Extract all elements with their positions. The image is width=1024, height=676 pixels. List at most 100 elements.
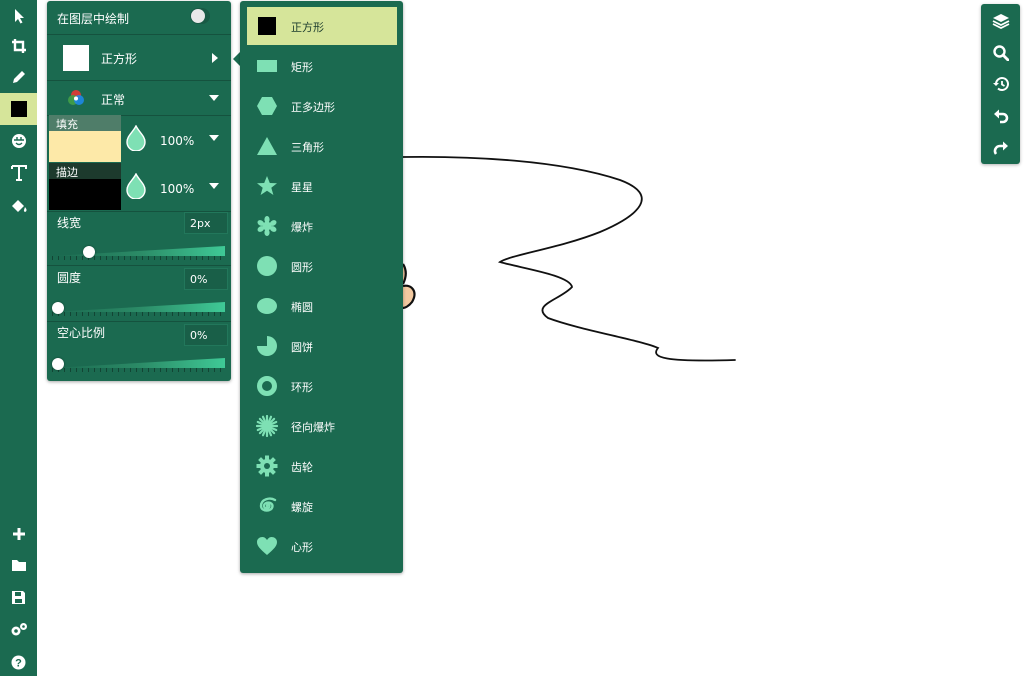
shape-item-label: 正多边形 <box>291 101 335 114</box>
draw-in-layer-label: 在图层中绘制 <box>57 12 130 26</box>
hollow-ratio-slider-knob[interactable] <box>52 358 64 370</box>
drawn-stroke <box>402 155 736 362</box>
open-button[interactable] <box>0 550 37 580</box>
draw-in-layer-row: 在图层中绘制 <box>47 1 231 34</box>
line-width-slider[interactable] <box>52 246 225 256</box>
partial-figure-edge <box>402 263 416 310</box>
save-button[interactable] <box>0 582 37 612</box>
text-icon <box>10 165 27 181</box>
blend-mode-row[interactable]: 正常 <box>47 81 231 115</box>
stroke-color-swatch[interactable] <box>49 179 121 210</box>
ellipse-icon <box>257 298 277 314</box>
triangle-icon <box>257 137 277 155</box>
redo-icon <box>993 141 1008 155</box>
zoom-icon <box>992 45 1009 61</box>
undo-button[interactable] <box>981 101 1020 131</box>
redo-button[interactable] <box>981 133 1020 163</box>
left-toolbar: ? <box>0 0 37 676</box>
menu-pointer <box>233 52 240 66</box>
shape-item-label: 心形 <box>291 541 313 554</box>
add-icon <box>12 528 25 540</box>
crop-tool[interactable] <box>0 31 37 61</box>
fill-opacity-value: 100% <box>160 134 195 148</box>
shape-item-star[interactable]: 星星 <box>247 167 397 205</box>
shape-select-row[interactable]: 正方形 <box>47 35 231 80</box>
folder-icon <box>11 560 26 571</box>
right-toolbar <box>981 4 1020 164</box>
fill-tool[interactable] <box>0 191 37 221</box>
pointer-tool[interactable] <box>0 1 37 31</box>
shape-item-label: 圆形 <box>291 261 313 274</box>
shape-item-pie[interactable]: 圆饼 <box>247 327 397 365</box>
pie-icon <box>257 336 277 356</box>
shape-tool-icon <box>10 101 27 117</box>
roundness-slider[interactable] <box>52 302 225 312</box>
add-button[interactable] <box>0 519 37 549</box>
shape-item-square[interactable]: 正方形 <box>247 7 397 45</box>
hollow-ratio-input[interactable]: 0% <box>184 324 228 346</box>
pencil-icon <box>12 71 25 83</box>
shape-item-explosion[interactable]: 爆炸 <box>247 207 397 245</box>
sticker-icon <box>11 134 26 148</box>
shape-item-label: 爆炸 <box>291 221 313 234</box>
draw-in-layer-toggle[interactable] <box>190 8 210 24</box>
shape-item-ring[interactable]: 环形 <box>247 367 397 405</box>
line-width-input[interactable]: 2px <box>184 212 228 234</box>
shape-item-gear[interactable]: 齿轮 <box>247 447 397 485</box>
settings-icon <box>11 623 27 636</box>
stroke-opacity-drop-icon <box>126 173 146 199</box>
divider <box>47 321 231 322</box>
shape-tool[interactable] <box>0 93 37 125</box>
paint-app: ? 在图层中绘制 正方形 正常 100% 100% 线宽 2px 圆度 0% 空… <box>0 0 1024 676</box>
fill-label: 填充 <box>49 115 121 131</box>
chevron-down-icon <box>209 135 219 141</box>
fill-color-swatch[interactable] <box>49 131 121 162</box>
divider <box>47 265 231 266</box>
help-icon: ? <box>11 655 26 669</box>
settings-button[interactable] <box>0 615 37 645</box>
rectangle-icon <box>257 60 277 72</box>
zoom-button[interactable] <box>981 38 1020 68</box>
shape-item-label: 螺旋 <box>291 501 313 514</box>
shape-item-radial-burst[interactable]: 径向爆炸 <box>247 407 397 445</box>
shape-item-label: 矩形 <box>291 61 313 74</box>
shape-item-triangle[interactable]: 三角形 <box>247 127 397 165</box>
shape-item-label: 环形 <box>291 381 313 394</box>
radial-burst-icon <box>256 415 278 437</box>
fill-bucket-icon <box>11 200 27 212</box>
shape-item-ellipse[interactable]: 椭圆 <box>247 287 397 325</box>
slider-ticks <box>52 368 225 372</box>
chevron-right-icon <box>212 53 218 63</box>
slider-ticks <box>52 312 225 316</box>
hexagon-icon <box>257 97 277 115</box>
history-icon <box>992 77 1009 92</box>
roundness-input[interactable]: 0% <box>184 268 228 290</box>
shape-item-label: 正方形 <box>291 21 324 34</box>
shape-item-label: 三角形 <box>291 141 324 154</box>
text-tool[interactable] <box>0 158 37 188</box>
help-button[interactable]: ? <box>0 647 37 676</box>
shape-item-label: 星星 <box>291 181 313 194</box>
layers-button[interactable] <box>981 6 1020 36</box>
pointer-icon <box>14 9 24 24</box>
line-width-slider-knob[interactable] <box>82 246 95 258</box>
shape-preview <box>63 45 89 71</box>
roundness-slider-knob[interactable] <box>52 302 64 314</box>
shape-type-menu: 正方形 矩形 正多边形 三角形 星星 爆炸 圆形 椭圆 圆饼 环形 径向爆炸 齿… <box>240 1 403 573</box>
stroke-opacity-value: 100% <box>160 182 195 196</box>
pencil-tool[interactable] <box>0 62 37 92</box>
sticker-tool[interactable] <box>0 126 37 156</box>
shape-item-label: 椭圆 <box>291 301 313 314</box>
hollow-ratio-label: 空心比例 <box>57 326 106 340</box>
shape-item-label: 径向爆炸 <box>291 421 335 434</box>
shape-item-polygon[interactable]: 正多边形 <box>247 87 397 125</box>
hollow-ratio-slider[interactable] <box>52 358 225 368</box>
layers-icon <box>992 14 1009 29</box>
chevron-down-icon <box>209 95 219 101</box>
shape-item-heart[interactable]: 心形 <box>247 527 397 565</box>
shape-item-spiral[interactable]: 螺旋 <box>247 487 397 525</box>
explosion-icon <box>257 216 277 236</box>
shape-item-circle[interactable]: 圆形 <box>247 247 397 285</box>
history-button[interactable] <box>981 69 1020 99</box>
shape-item-rectangle[interactable]: 矩形 <box>247 47 397 85</box>
